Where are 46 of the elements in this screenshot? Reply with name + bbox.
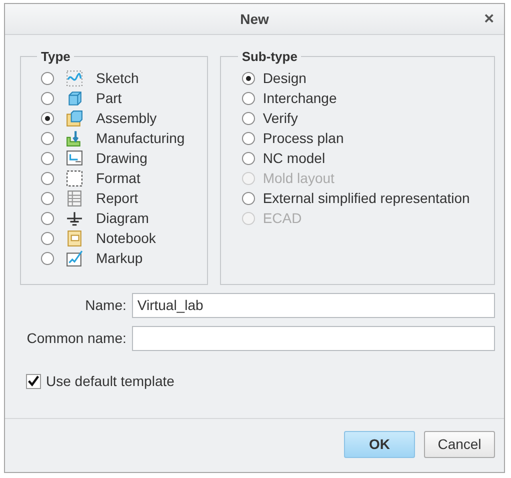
type-option-label: Report — [96, 190, 138, 206]
checkbox-label: Use default template — [46, 373, 174, 389]
type-option-label: Notebook — [96, 230, 156, 246]
radio-button[interactable] — [41, 72, 54, 84]
subtype-option-label: Process plan — [262, 130, 344, 146]
subtype-option-label: External simplified representation — [262, 190, 470, 206]
radio-button[interactable] — [41, 132, 54, 144]
subtype-option-label: Mold layout — [262, 170, 334, 186]
type-option-label: Assembly — [96, 110, 157, 126]
text-field[interactable] — [132, 326, 495, 350]
type-option-label: Drawing — [96, 150, 148, 166]
radio-button[interactable] — [242, 192, 255, 204]
radio-button[interactable] — [41, 92, 54, 104]
radio-button[interactable] — [41, 172, 54, 184]
subtype-option-label: ECAD — [262, 210, 302, 226]
radio-button[interactable] — [242, 92, 255, 104]
group-title: Sub-type — [240, 49, 298, 64]
subtype-option-label: NC model — [262, 150, 326, 166]
radio-button[interactable] — [41, 112, 54, 124]
field-label: Common name: — [26, 330, 126, 346]
subtype-option-label: Verify — [262, 110, 298, 126]
window-title: New — [240, 11, 269, 27]
subtype-option-label: Interchange — [262, 90, 337, 106]
radio-button[interactable] — [41, 192, 54, 204]
group-title: Type — [40, 49, 72, 64]
radio-button[interactable] — [41, 252, 54, 264]
subtype-option-label: Design — [262, 70, 306, 86]
type-option-label: Diagram — [96, 210, 149, 226]
close-button[interactable]: × — [482, 10, 496, 28]
radio-button[interactable] — [242, 112, 255, 124]
type-option-label: Part — [96, 90, 122, 106]
radio-button[interactable] — [242, 152, 255, 164]
type-option-label: Sketch — [96, 70, 139, 86]
type-option-label: Manufacturing — [96, 130, 185, 146]
field-label: Name: — [84, 297, 126, 313]
checkbox[interactable] — [26, 374, 41, 388]
type-option-label: Format — [96, 170, 140, 186]
radio-button[interactable] — [242, 72, 255, 84]
radio-button[interactable] — [41, 212, 54, 224]
radio-button[interactable] — [242, 132, 255, 144]
cancel-button[interactable]: Cancel — [424, 430, 495, 458]
radio-button[interactable] — [41, 232, 54, 244]
text-field[interactable]: Virtual_lab — [132, 292, 495, 318]
radio-button[interactable] — [41, 152, 54, 164]
type-option-label: Markup — [96, 250, 143, 266]
ok-button[interactable]: OK — [344, 430, 415, 458]
